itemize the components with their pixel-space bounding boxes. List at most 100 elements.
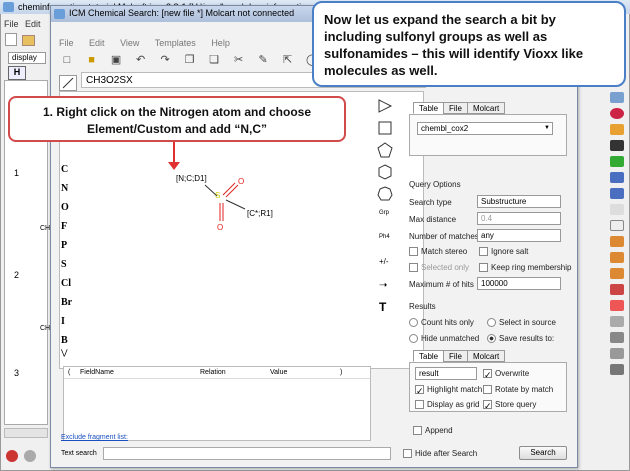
new-file-icon[interactable]: □	[59, 52, 75, 68]
save-results-radio[interactable]	[487, 334, 496, 343]
save-icon[interactable]: ▣	[108, 52, 124, 68]
table-icon[interactable]	[610, 188, 624, 199]
match-stereo-checkbox[interactable]	[409, 247, 418, 256]
carbon-atom[interactable]: [C*;R1]	[247, 209, 273, 218]
undo-icon[interactable]: ↶	[133, 52, 149, 68]
number-of-matches-select[interactable]: any	[477, 229, 561, 242]
tab-results-table[interactable]: Table	[413, 350, 445, 362]
tab-file[interactable]: File	[443, 102, 468, 114]
arrow-tool-icon[interactable]: ➝	[379, 280, 395, 296]
element-br-button[interactable]: Br	[61, 297, 72, 308]
rotate-by-match-checkbox[interactable]	[483, 385, 492, 394]
open-icon[interactable]	[21, 35, 35, 46]
element-c-button[interactable]: C	[61, 164, 68, 175]
tab-display[interactable]: display	[8, 52, 46, 64]
search-type-select[interactable]: Substructure	[477, 195, 561, 208]
rotate-icon[interactable]	[610, 364, 624, 375]
element-cl-button[interactable]: Cl	[61, 278, 71, 289]
element-b-button[interactable]: B	[61, 335, 68, 346]
cut-icon[interactable]: ✂	[231, 52, 247, 68]
search-button[interactable]: Search	[519, 446, 567, 460]
heptagon-icon[interactable]	[377, 186, 393, 202]
display-h-icon[interactable]: H	[8, 66, 26, 80]
select-icon[interactable]: ⇱	[280, 52, 296, 68]
rotate-icon[interactable]	[610, 348, 624, 359]
oxygen-atom[interactable]: O	[217, 223, 223, 232]
text-search-input[interactable]	[103, 447, 391, 460]
field-table[interactable]: ( FieldName Relation Value )	[63, 366, 371, 441]
copy-icon[interactable]: ❐	[182, 52, 198, 68]
element-f-button[interactable]: F	[61, 221, 67, 232]
binoculars-icon[interactable]	[610, 140, 624, 151]
search-icon[interactable]	[610, 108, 624, 119]
square-icon[interactable]	[377, 120, 393, 136]
refresh-icon[interactable]	[610, 332, 624, 343]
keep-ring-checkbox[interactable]	[479, 263, 488, 272]
exclude-fragment-link[interactable]: Exclude fragment list:	[61, 434, 128, 441]
open-folder-icon[interactable]: ■	[84, 52, 100, 68]
color-icon[interactable]	[610, 284, 624, 295]
molecule-icon[interactable]	[610, 156, 624, 167]
value-header[interactable]: Value	[270, 369, 340, 376]
menu-file[interactable]: File	[59, 38, 74, 48]
count-hits-radio[interactable]	[409, 318, 418, 327]
highlight-match-checkbox[interactable]: ✓	[415, 385, 424, 396]
arrow-icon[interactable]	[610, 268, 624, 279]
element-i-button[interactable]: I	[61, 316, 65, 327]
more-elements-icon[interactable]: ⋁	[61, 348, 68, 357]
pencil-icon[interactable]: ✎	[255, 52, 271, 68]
new-icon[interactable]	[5, 33, 17, 46]
selected-only-checkbox[interactable]	[409, 263, 418, 272]
pharmacophore-button[interactable]: Ph4	[379, 234, 397, 250]
redo-icon[interactable]: ↷	[157, 52, 173, 68]
triangle-icon[interactable]	[377, 98, 393, 114]
relation-header[interactable]: Relation	[200, 369, 270, 376]
element-n-button[interactable]: N	[61, 183, 68, 194]
fieldname-header[interactable]: FieldName	[80, 369, 200, 376]
chart-icon[interactable]	[610, 220, 624, 231]
ignore-salt-checkbox[interactable]	[479, 247, 488, 256]
menu-edit[interactable]: Edit	[89, 38, 105, 48]
menu-help[interactable]: Help	[211, 38, 230, 48]
as-icon[interactable]	[610, 204, 624, 215]
color-icon[interactable]	[610, 300, 624, 311]
pentagon-icon[interactable]	[377, 142, 393, 158]
arrow-icon[interactable]	[610, 252, 624, 263]
charge-button[interactable]: +/-	[379, 257, 397, 273]
oxygen-atom[interactable]: O	[238, 177, 244, 186]
sulfur-atom[interactable]: S	[215, 191, 220, 200]
tab-results-molcart[interactable]: Molcart	[467, 350, 506, 362]
nitrogen-atom[interactable]: [N;C;D1]	[176, 174, 207, 183]
pencil-icon[interactable]	[610, 124, 624, 135]
max-distance-field[interactable]: 0.4	[477, 212, 561, 225]
horizontal-scrollbar[interactable]	[4, 428, 48, 438]
hexagon-icon[interactable]	[377, 164, 393, 180]
stop-icon[interactable]	[6, 450, 18, 462]
display-as-grid-checkbox[interactable]	[415, 400, 424, 409]
bond-tool-button[interactable]	[59, 75, 77, 91]
menu-templates[interactable]: Templates	[155, 38, 196, 48]
append-checkbox[interactable]	[413, 426, 422, 435]
menu-file[interactable]: File	[4, 19, 19, 29]
pointer-icon[interactable]	[610, 92, 624, 103]
element-o-button[interactable]: O	[61, 202, 69, 213]
chevron-down-icon[interactable]: ▼	[544, 125, 550, 131]
hide-after-search-checkbox[interactable]	[403, 449, 412, 458]
menu-edit[interactable]: Edit	[25, 19, 41, 29]
tab-table[interactable]: Table	[413, 102, 445, 114]
table-select[interactable]: chembl_cox2	[417, 122, 553, 135]
result-select[interactable]: result	[415, 367, 477, 380]
text-tool-icon[interactable]: T	[379, 300, 395, 316]
overwrite-checkbox[interactable]: ✓	[483, 369, 492, 380]
grid-icon[interactable]	[610, 172, 624, 183]
max-hits-field[interactable]: 100000	[477, 277, 561, 290]
paste-icon[interactable]: ❏	[206, 52, 222, 68]
menu-view[interactable]: View	[120, 38, 139, 48]
tab-results-file[interactable]: File	[443, 350, 468, 362]
tab-molcart[interactable]: Molcart	[467, 102, 506, 114]
group-button[interactable]: Grp	[379, 210, 397, 226]
element-p-button[interactable]: P	[61, 240, 67, 251]
element-s-button[interactable]: S	[61, 259, 67, 270]
select-in-source-radio[interactable]	[487, 318, 496, 327]
hide-unmatched-radio[interactable]	[409, 334, 418, 343]
